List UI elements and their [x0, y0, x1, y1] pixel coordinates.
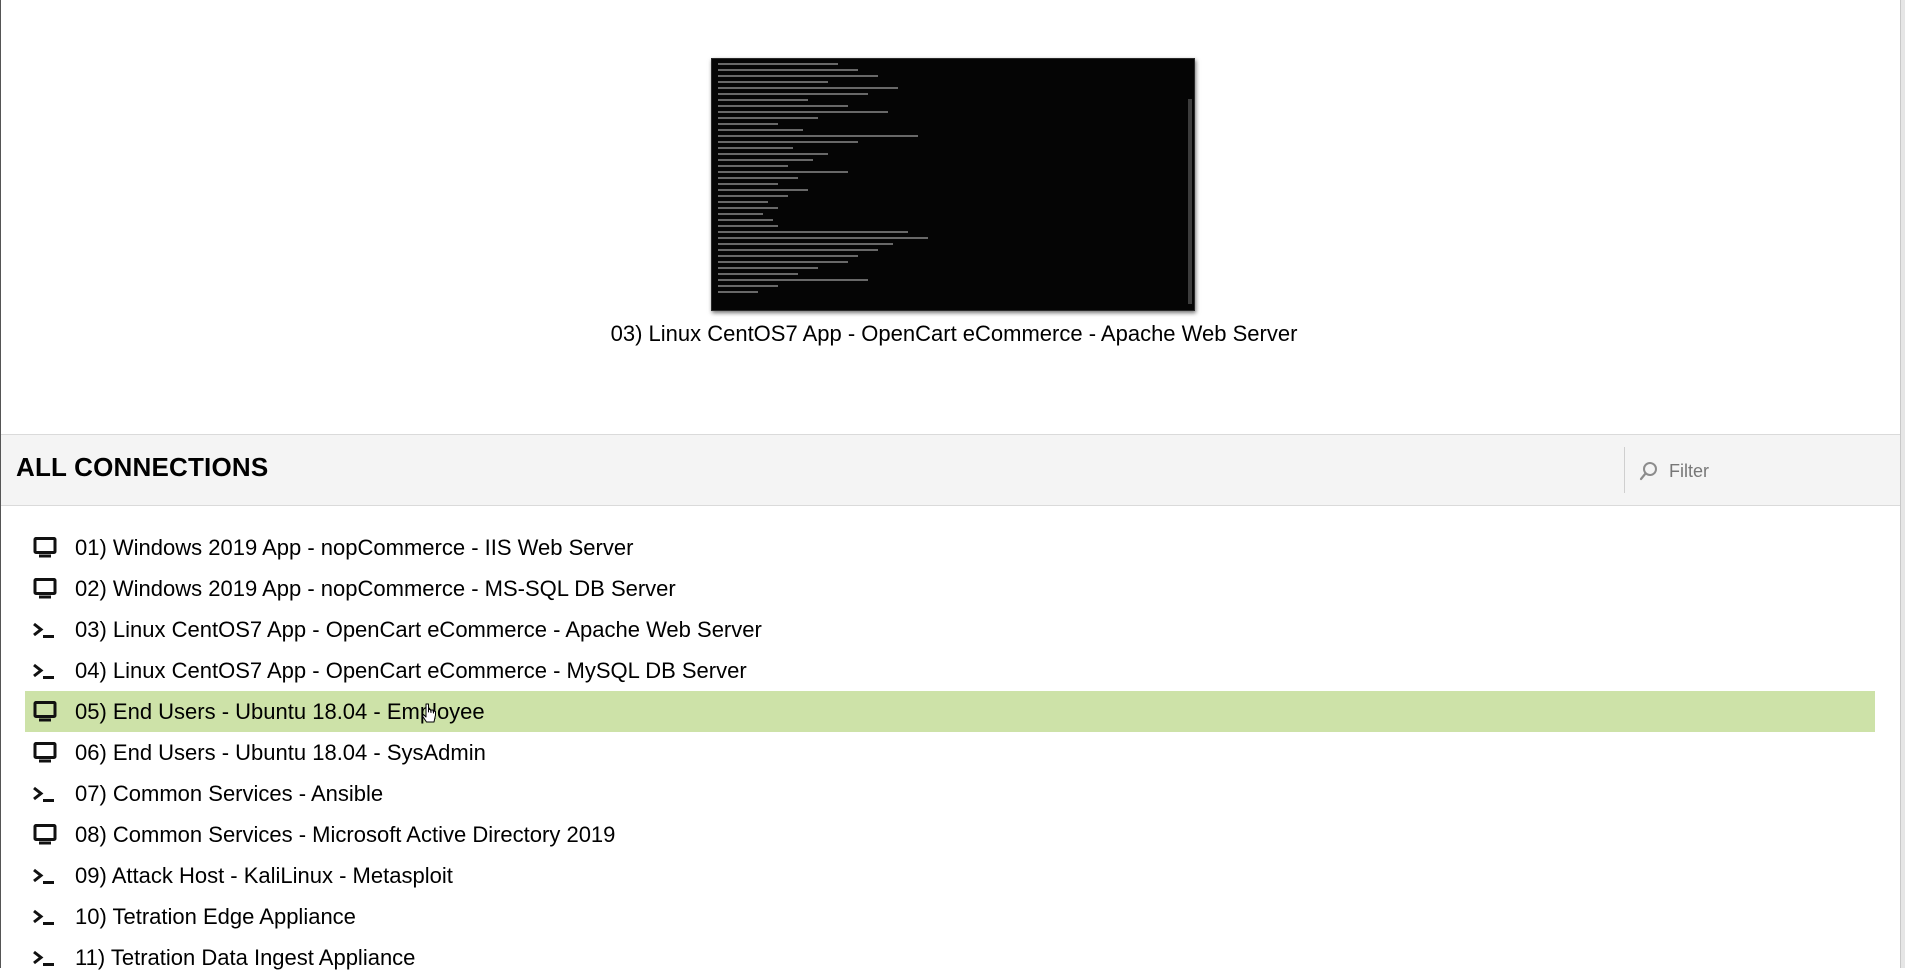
- terminal-text-line: [718, 117, 818, 119]
- terminal-screen-preview: [718, 63, 1158, 303]
- terminal-text-line: [718, 123, 778, 125]
- terminal-icon: [31, 657, 59, 685]
- terminal-text-line: [718, 201, 768, 203]
- terminal-text-line: [718, 75, 878, 77]
- terminal-text-line: [718, 267, 818, 269]
- connection-item[interactable]: 09) Attack Host - KaliLinux - Metasploit: [25, 855, 1875, 896]
- connection-thumbnail[interactable]: [711, 58, 1195, 311]
- terminal-text-line: [718, 279, 868, 281]
- terminal-text-line: [718, 285, 778, 287]
- connection-item[interactable]: 04) Linux CentOS7 App - OpenCart eCommer…: [25, 650, 1875, 691]
- terminal-text-line: [718, 63, 838, 65]
- terminal-text-line: [718, 93, 868, 95]
- terminal-text-line: [718, 225, 778, 227]
- connection-label[interactable]: 10) Tetration Edge Appliance: [75, 904, 356, 930]
- terminal-icon: [31, 780, 59, 808]
- connection-item[interactable]: 02) Windows 2019 App - nopCommerce - MS-…: [25, 568, 1875, 609]
- page-scrollbar[interactable]: [1900, 0, 1905, 968]
- recent-connection-caption[interactable]: 03) Linux CentOS7 App - OpenCart eCommer…: [601, 321, 1307, 347]
- connection-list: 01) Windows 2019 App - nopCommerce - IIS…: [25, 527, 1875, 978]
- filter-input[interactable]: [1667, 455, 1891, 487]
- terminal-text-line: [718, 183, 778, 185]
- terminal-text-line: [718, 135, 918, 137]
- connection-label[interactable]: 06) End Users - Ubuntu 18.04 - SysAdmin: [75, 740, 486, 766]
- terminal-text-line: [718, 261, 848, 263]
- section-title: ALL CONNECTIONS: [16, 452, 269, 482]
- connection-item[interactable]: 07) Common Services - Ansible: [25, 773, 1875, 814]
- terminal-text-line: [718, 111, 888, 113]
- terminal-text-line: [718, 147, 793, 149]
- terminal-icon: [31, 944, 59, 972]
- filter-box[interactable]: [1624, 447, 1895, 493]
- terminal-text-line: [718, 249, 878, 251]
- terminal-text-line: [718, 159, 813, 161]
- terminal-text-line: [718, 153, 828, 155]
- connection-item[interactable]: 05) End Users - Ubuntu 18.04 - Employee: [25, 691, 1875, 732]
- terminal-text-line: [718, 165, 788, 167]
- connection-item[interactable]: 06) End Users - Ubuntu 18.04 - SysAdmin: [25, 732, 1875, 773]
- terminal-text-line: [718, 177, 798, 179]
- desktop-icon: [31, 534, 59, 562]
- all-connections-header: ALL CONNECTIONS: [1, 434, 1900, 506]
- recent-connections-area: 03) Linux CentOS7 App - OpenCart eCommer…: [1, 0, 1900, 434]
- terminal-text-line: [718, 237, 928, 239]
- terminal-icon: [31, 616, 59, 644]
- thumbnail-scrollbar: [1188, 99, 1192, 304]
- terminal-text-line: [718, 219, 773, 221]
- connection-label[interactable]: 03) Linux CentOS7 App - OpenCart eCommer…: [75, 617, 762, 643]
- connection-label[interactable]: 08) Common Services - Microsoft Active D…: [75, 822, 615, 848]
- connection-item[interactable]: 11) Tetration Data Ingest Appliance: [25, 937, 1875, 978]
- terminal-text-line: [718, 207, 778, 209]
- terminal-text-line: [718, 99, 808, 101]
- connection-item[interactable]: 10) Tetration Edge Appliance: [25, 896, 1875, 937]
- terminal-text-line: [718, 195, 788, 197]
- desktop-icon: [31, 739, 59, 767]
- connection-item[interactable]: 01) Windows 2019 App - nopCommerce - IIS…: [25, 527, 1875, 568]
- terminal-text-line: [718, 213, 763, 215]
- terminal-text-line: [718, 243, 893, 245]
- terminal-text-line: [718, 69, 858, 71]
- terminal-text-line: [718, 129, 803, 131]
- terminal-text-line: [718, 273, 798, 275]
- search-icon: [1639, 461, 1659, 481]
- terminal-text-line: [718, 291, 758, 293]
- connection-label[interactable]: 05) End Users - Ubuntu 18.04 - Employee: [75, 699, 485, 725]
- terminal-text-line: [718, 189, 808, 191]
- terminal-text-line: [718, 171, 848, 173]
- terminal-text-line: [718, 87, 898, 89]
- connection-item[interactable]: 08) Common Services - Microsoft Active D…: [25, 814, 1875, 855]
- desktop-icon: [31, 575, 59, 603]
- terminal-text-line: [718, 255, 858, 257]
- connection-label[interactable]: 01) Windows 2019 App - nopCommerce - IIS…: [75, 535, 633, 561]
- terminal-icon: [31, 903, 59, 931]
- terminal-icon: [31, 862, 59, 890]
- terminal-text-line: [718, 105, 848, 107]
- terminal-text-line: [718, 81, 828, 83]
- connection-item[interactable]: 03) Linux CentOS7 App - OpenCart eCommer…: [25, 609, 1875, 650]
- connection-label[interactable]: 02) Windows 2019 App - nopCommerce - MS-…: [75, 576, 676, 602]
- connection-label[interactable]: 11) Tetration Data Ingest Appliance: [75, 945, 415, 971]
- connection-label[interactable]: 04) Linux CentOS7 App - OpenCart eCommer…: [75, 658, 747, 684]
- desktop-icon: [31, 698, 59, 726]
- connection-label[interactable]: 09) Attack Host - KaliLinux - Metasploit: [75, 863, 453, 889]
- terminal-text-line: [718, 231, 908, 233]
- desktop-icon: [31, 821, 59, 849]
- terminal-text-line: [718, 141, 858, 143]
- connection-label[interactable]: 07) Common Services - Ansible: [75, 781, 383, 807]
